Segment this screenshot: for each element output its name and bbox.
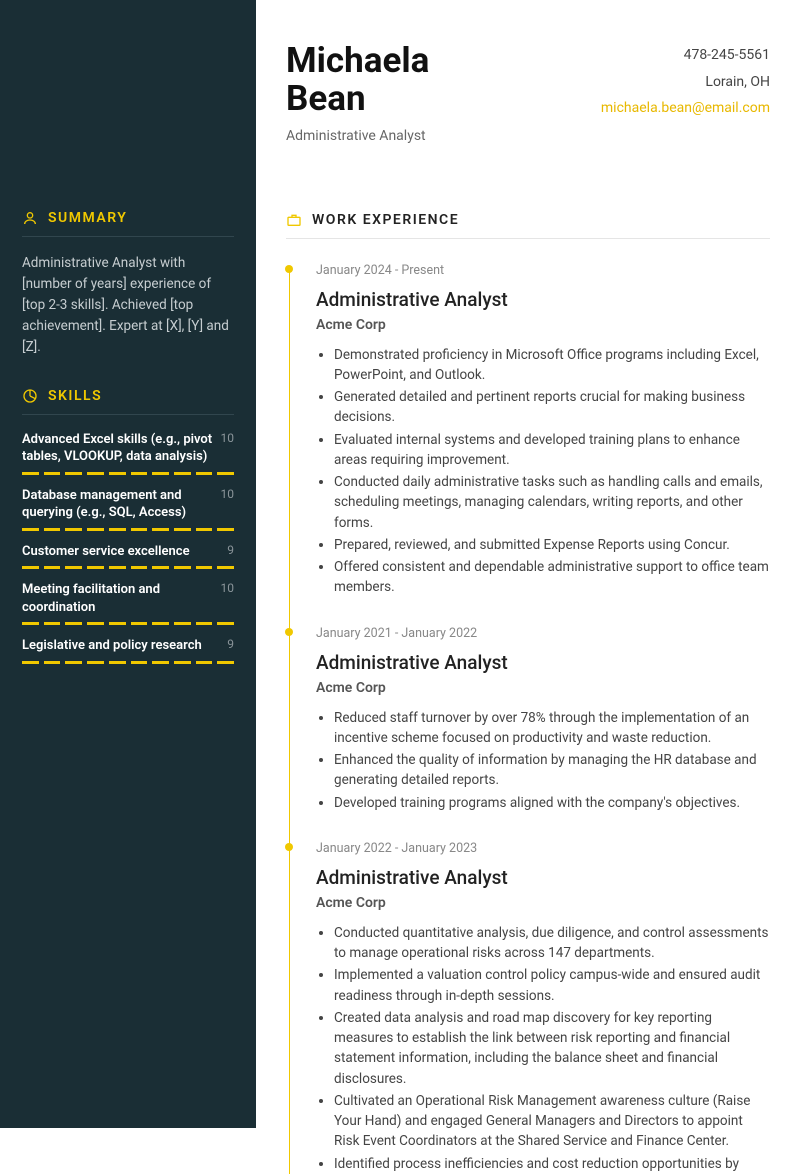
main-content: MichaelaBean Administrative Analyst 478-… — [256, 0, 800, 1128]
job-bullet: Conducted daily administrative tasks suc… — [334, 472, 770, 533]
job-bullet: Identified process inefficiencies and co… — [334, 1154, 770, 1174]
job-bullet: Prepared, reviewed, and submitted Expens… — [334, 535, 770, 555]
job-entry: January 2022 - January 2023 Administrativ… — [316, 841, 770, 1174]
skill-score: 10 — [221, 431, 235, 445]
job-bullets: Demonstrated proficiency in Microsoft Of… — [316, 345, 770, 598]
job-bullet: Enhanced the quality of information by m… — [334, 750, 770, 791]
skill-score: 10 — [221, 487, 235, 501]
skill-score: 9 — [227, 543, 234, 557]
job-entry: January 2024 - Present Administrative Ana… — [316, 263, 770, 598]
job-date: January 2022 - January 2023 — [316, 841, 770, 856]
job-bullet: Offered consistent and dependable admini… — [334, 557, 770, 598]
skill-name: Advanced Excel skills (e.g., pivot table… — [22, 431, 213, 466]
skill-item: Meeting facilitation and coordination 10 — [22, 581, 234, 625]
skill-bar — [22, 528, 234, 531]
job-company: Acme Corp — [316, 895, 770, 911]
briefcase-icon — [286, 212, 302, 228]
name-block: MichaelaBean Administrative Analyst — [286, 42, 429, 144]
timeline: January 2024 - Present Administrative Ana… — [286, 263, 770, 1174]
job-bullet: Evaluated internal systems and developed… — [334, 430, 770, 471]
contact-email[interactable]: michaela.bean@email.com — [601, 95, 770, 122]
contact-block: 478-245-5561 Lorain, OH michaela.bean@em… — [601, 42, 770, 122]
skill-name: Meeting facilitation and coordination — [22, 581, 213, 616]
skill-bar — [22, 661, 234, 664]
skill-name: Database management and querying (e.g., … — [22, 487, 213, 522]
job-bullet: Demonstrated proficiency in Microsoft Of… — [334, 345, 770, 386]
summary-label: SUMMARY — [48, 210, 127, 226]
job-bullet: Developed training programs aligned with… — [334, 793, 770, 813]
job-bullet: Generated detailed and pertinent reports… — [334, 387, 770, 428]
skill-bar — [22, 622, 234, 625]
job-bullets: Conducted quantitative analysis, due dil… — [316, 923, 770, 1174]
skill-score: 10 — [221, 581, 235, 595]
job-entry: January 2021 - January 2022 Administrativ… — [316, 626, 770, 813]
person-icon — [22, 210, 38, 226]
job-title: Administrative Analyst — [316, 866, 770, 889]
contact-location: Lorain, OH — [601, 69, 770, 96]
skill-bar — [22, 566, 234, 569]
skill-name: Legislative and policy research — [22, 637, 202, 655]
job-bullet: Implemented a valuation control policy c… — [334, 965, 770, 1006]
job-title: Administrative Analyst — [316, 288, 770, 311]
header: MichaelaBean Administrative Analyst 478-… — [286, 42, 770, 144]
divider — [22, 236, 234, 237]
job-bullets: Reduced staff turnover by over 78% throu… — [316, 708, 770, 813]
skill-item: Legislative and policy research 9 — [22, 637, 234, 664]
job-company: Acme Corp — [316, 317, 770, 333]
job-bullet: Created data analysis and road map disco… — [334, 1008, 770, 1089]
summary-text: Administrative Analyst with [number of y… — [22, 253, 234, 358]
person-subtitle: Administrative Analyst — [286, 128, 429, 144]
skill-item: Customer service excellence 9 — [22, 543, 234, 570]
job-bullet: Reduced staff turnover by over 78% throu… — [334, 708, 770, 749]
summary-heading: SUMMARY — [22, 210, 234, 226]
skill-item: Database management and querying (e.g., … — [22, 487, 234, 531]
skills-list: Advanced Excel skills (e.g., pivot table… — [22, 431, 234, 664]
contact-phone: 478-245-5561 — [601, 42, 770, 69]
skills-heading: SKILLS — [22, 388, 234, 404]
divider — [286, 238, 770, 239]
sidebar: SUMMARY Administrative Analyst with [num… — [0, 0, 256, 1128]
divider — [22, 414, 234, 415]
skill-score: 9 — [227, 637, 234, 651]
job-title: Administrative Analyst — [316, 651, 770, 674]
skills-label: SKILLS — [48, 388, 102, 404]
skill-bar — [22, 472, 234, 475]
person-name: MichaelaBean — [286, 42, 429, 118]
gauge-icon — [22, 388, 38, 404]
skill-item: Advanced Excel skills (e.g., pivot table… — [22, 431, 234, 475]
job-company: Acme Corp — [316, 680, 770, 696]
work-heading: WORK EXPERIENCE — [286, 212, 770, 228]
job-date: January 2024 - Present — [316, 263, 770, 278]
job-date: January 2021 - January 2022 — [316, 626, 770, 641]
job-bullet: Cultivated an Operational Risk Managemen… — [334, 1091, 770, 1152]
job-bullet: Conducted quantitative analysis, due dil… — [334, 923, 770, 964]
work-label: WORK EXPERIENCE — [312, 212, 459, 228]
skill-name: Customer service excellence — [22, 543, 190, 561]
